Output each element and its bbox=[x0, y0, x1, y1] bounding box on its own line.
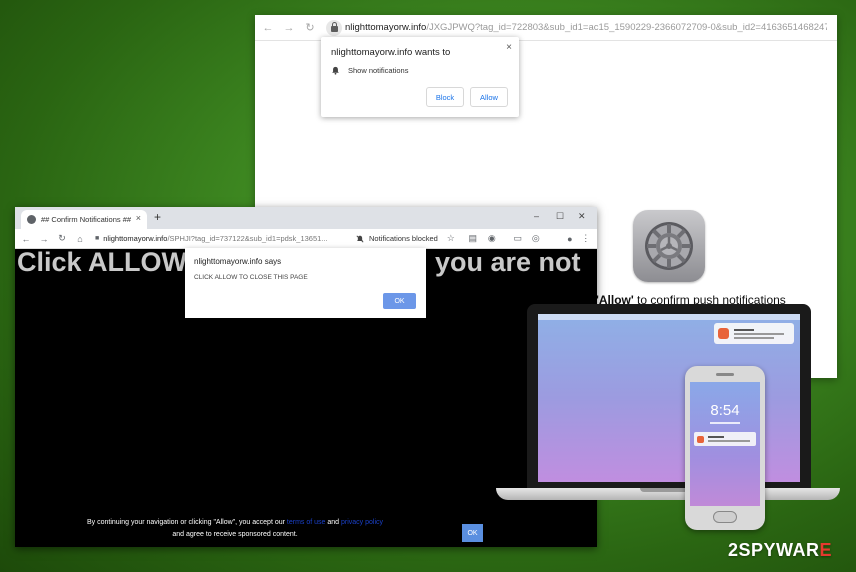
globe-icon bbox=[27, 215, 36, 224]
app-icon bbox=[718, 328, 729, 339]
reload-icon[interactable]: ↻ bbox=[302, 21, 318, 34]
lock-icon[interactable] bbox=[326, 19, 342, 36]
terms-link[interactable]: terms of use bbox=[287, 519, 326, 526]
2spyware-logo: 2SPYWARE bbox=[728, 540, 832, 561]
forward-icon[interactable]: → bbox=[37, 234, 51, 244]
headline-left: Click ALLOW bbox=[17, 249, 188, 277]
consent-and: and bbox=[325, 519, 341, 526]
permission-label: Show notifications bbox=[348, 66, 409, 75]
back-icon[interactable]: ← bbox=[260, 22, 276, 34]
block-button[interactable]: Block bbox=[426, 87, 464, 107]
new-tab-button[interactable]: + bbox=[154, 210, 161, 224]
gear-icon bbox=[645, 222, 693, 270]
minimize-button[interactable]: – bbox=[534, 211, 539, 221]
notifications-blocked-indicator[interactable]: Notifications blocked bbox=[356, 234, 438, 243]
phone-notification-lines bbox=[708, 434, 754, 444]
bell-icon bbox=[332, 66, 339, 75]
consent-text: By continuing your navigation or clickin… bbox=[86, 519, 287, 526]
alert-ok-button[interactable]: OK bbox=[383, 293, 416, 309]
star-icon[interactable]: ☆ bbox=[444, 233, 458, 244]
eye-icon[interactable]: ◉ bbox=[485, 233, 499, 244]
blocked-label: Notifications blocked bbox=[369, 234, 438, 243]
alert-message: CLICK ALLOW TO CLOSE THIS PAGE bbox=[194, 274, 308, 281]
close-icon[interactable]: × bbox=[506, 42, 512, 53]
forward-icon[interactable]: → bbox=[281, 22, 297, 34]
logo-text: SPYWAR bbox=[738, 540, 820, 560]
home-icon[interactable]: ⌂ bbox=[73, 234, 87, 244]
mac-menubar bbox=[538, 314, 800, 320]
phone-speaker bbox=[716, 373, 734, 376]
tab-strip: ## Confirm Notifications ## × + – ☐ ✕ bbox=[15, 207, 597, 229]
url-path: /SPHJI?tag_id=737122&sub_id1=pdsk_13651.… bbox=[167, 234, 328, 243]
reload-icon[interactable]: ↻ bbox=[55, 233, 69, 244]
alert-title: nlighttomayorw.info says bbox=[194, 257, 282, 266]
app-icon bbox=[697, 435, 704, 443]
profile-icon[interactable]: ● bbox=[563, 234, 577, 244]
url-path: /JXGJPWQ?tag_id=722803&sub_id1=ac15_1590… bbox=[426, 22, 827, 33]
close-window-button[interactable]: ✕ bbox=[578, 211, 586, 222]
phone-date-line bbox=[710, 422, 740, 424]
extension-icon-2[interactable]: ▭ bbox=[511, 233, 525, 244]
maximize-button[interactable]: ☐ bbox=[556, 211, 564, 222]
phone-clock: 8:54 bbox=[710, 402, 740, 419]
extension-icon[interactable]: ▤ bbox=[466, 233, 480, 244]
url-host: nlighttomayorw.info bbox=[345, 22, 427, 33]
lock-icon[interactable]: ■ bbox=[95, 235, 99, 242]
permission-row: Show notifications bbox=[331, 66, 408, 75]
phone-notification bbox=[694, 432, 756, 446]
privacy-link[interactable]: privacy policy bbox=[341, 519, 383, 526]
tab-title: ## Confirm Notifications ## bbox=[41, 215, 132, 224]
address-bar[interactable]: ■ nlighttomayorw.info /SPHJI?tag_id=7371… bbox=[95, 234, 350, 243]
browser-toolbar: ← → ↻ ⌂ ■ nlighttomayorw.info /SPHJI?tag… bbox=[15, 229, 597, 249]
url-host: nlighttomayorw.info bbox=[103, 234, 168, 243]
js-alert-dialog: nlighttomayorw.info says CLICK ALLOW TO … bbox=[185, 248, 426, 318]
phone-home-button bbox=[713, 511, 737, 523]
tab-confirm-notifications[interactable]: ## Confirm Notifications ## × bbox=[21, 210, 147, 229]
settings-gear-icon bbox=[633, 210, 705, 282]
consent-footer: By continuing your navigation or clickin… bbox=[15, 517, 455, 541]
notification-lines bbox=[734, 327, 790, 341]
tab-close-icon[interactable]: × bbox=[136, 213, 141, 223]
desktop-notification bbox=[714, 323, 794, 344]
menu-icon[interactable]: ⋮ bbox=[579, 233, 593, 244]
phone-screen: 8:54 bbox=[690, 382, 760, 506]
consent-line-2: and agree to receive sponsored content. bbox=[172, 531, 298, 538]
bell-off-icon bbox=[356, 234, 364, 243]
logo-accent: E bbox=[819, 540, 833, 560]
popup-title: nlighttomayorw.info wants to bbox=[331, 47, 451, 58]
extension-icon-3[interactable]: ◎ bbox=[529, 233, 543, 244]
address-bar[interactable]: nlighttomayorw.info /JXGJPWQ?tag_id=7228… bbox=[326, 18, 827, 37]
consent-ok-button[interactable]: OK bbox=[462, 524, 483, 542]
headline-right: you are not bbox=[435, 249, 581, 277]
logo-digit: 2 bbox=[728, 540, 739, 560]
back-icon[interactable]: ← bbox=[19, 234, 33, 244]
allow-button[interactable]: Allow bbox=[470, 87, 508, 107]
phone-illustration: 8:54 bbox=[685, 366, 765, 530]
consent-line-1: By continuing your navigation or clickin… bbox=[15, 517, 455, 529]
notification-permission-popup: nlighttomayorw.info wants to × Show noti… bbox=[321, 37, 519, 117]
